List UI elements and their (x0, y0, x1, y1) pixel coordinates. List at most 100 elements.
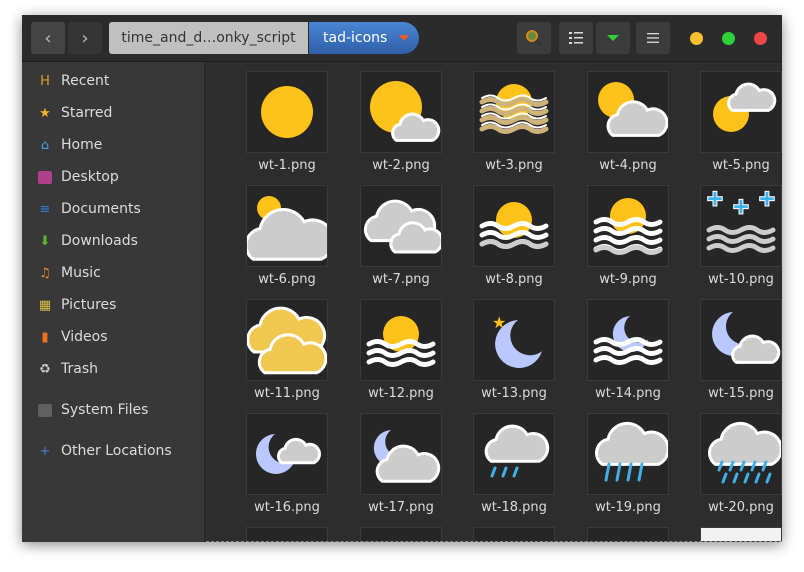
file-thumbnail[interactable]: ★ (473, 299, 555, 381)
file-name[interactable]: wt-14.png (573, 386, 683, 401)
file-thumbnail[interactable] (700, 299, 782, 381)
list-view-icon (569, 32, 583, 44)
sidebar-item-desktop[interactable]: Desktop (22, 163, 205, 191)
sidebar-item-videos[interactable]: ▮ Videos (22, 323, 205, 351)
file-name[interactable]: wt-13.png (459, 386, 569, 401)
file-thumbnail[interactable] (246, 71, 328, 153)
minimize-button[interactable] (690, 32, 703, 45)
cloud-light-rain-icon (484, 424, 550, 478)
file-name[interactable]: wt-8.png (459, 272, 569, 287)
file-name[interactable]: wt-7.png (346, 272, 456, 287)
file-thumbnail[interactable] (244, 185, 335, 267)
file-thumbnail[interactable]: ✚ ✚ ✚ (700, 185, 782, 267)
sidebar-item-downloads[interactable]: ⬇ Downloads (22, 227, 205, 255)
file-name[interactable]: wt-12.png (346, 386, 456, 401)
breadcrumb-current-label: tad-icons (323, 30, 388, 46)
sun-fog-dense-icon (593, 198, 663, 255)
file-thumbnail[interactable] (700, 413, 783, 495)
file-thumbnail[interactable] (360, 299, 442, 381)
file-thumbnail[interactable] (360, 185, 444, 267)
sidebar-item-label: Videos (61, 329, 108, 345)
file-thumbnail[interactable] (360, 71, 442, 153)
breadcrumb-parent[interactable]: time_and_d…onky_script (109, 22, 308, 54)
file-thumbnail[interactable] (587, 299, 669, 381)
documents-icon: ≡ (39, 201, 51, 217)
sidebar-item-label: Pictures (61, 297, 117, 313)
view-options-button[interactable] (596, 22, 630, 54)
file-thumbnail[interactable] (246, 413, 328, 495)
file-name[interactable]: wt-3.png (459, 158, 569, 173)
dropdown-icon (607, 35, 619, 41)
file-thumbnail[interactable] (473, 71, 555, 153)
folder-icon (38, 403, 52, 417)
sidebar-item-label: Starred (61, 105, 113, 121)
sidebar-item-pictures[interactable]: ▦ Pictures (22, 291, 205, 319)
file-thumbnail[interactable] (700, 71, 782, 153)
sidebar-item-music[interactable]: ♫ Music (22, 259, 205, 287)
plus-icon: + (39, 443, 51, 459)
sidebar-item-label: Other Locations (61, 443, 172, 459)
file-thumbnail[interactable] (473, 185, 555, 267)
file-thumbnail-partial[interactable] (473, 527, 555, 541)
file-name[interactable]: wt-9.png (573, 272, 683, 287)
file-name[interactable]: wt-16.png (232, 500, 342, 515)
moon-fog-icon (593, 316, 663, 365)
file-name[interactable]: wt-11.png (232, 386, 342, 401)
sidebar-item-label: Home (61, 137, 103, 153)
sun-sand-haze-icon (479, 84, 549, 134)
list-view-button[interactable] (559, 22, 593, 54)
rubberband-edge (206, 541, 782, 542)
file-name[interactable]: wt-6.png (232, 272, 342, 287)
file-thumbnail-partial[interactable] (587, 527, 669, 541)
file-thumbnail[interactable] (587, 413, 670, 495)
sidebar-item-system-files[interactable]: System Files (22, 396, 205, 424)
star-icon: ★ (39, 105, 51, 121)
breadcrumb-current[interactable]: tad-icons (309, 22, 419, 54)
file-name[interactable]: wt-5.png (686, 158, 796, 173)
close-button[interactable] (754, 32, 767, 45)
sidebar-item-other-locations[interactable]: + Other Locations (22, 437, 205, 465)
file-thumbnail[interactable] (473, 413, 555, 495)
sidebar-item-trash[interactable]: ♻ Trash (22, 355, 205, 383)
cloud-heavy-rain-icon (708, 421, 783, 484)
file-thumbnail-partial[interactable] (360, 527, 442, 541)
file-thumbnail-partial[interactable] (246, 527, 328, 541)
downloads-icon: ⬇ (39, 233, 51, 249)
freezing-fog-icon: ✚ ✚ ✚ (706, 187, 776, 253)
menu-button[interactable] (636, 22, 670, 54)
sidebar-item-home[interactable]: ⌂ Home (22, 131, 205, 159)
sidebar-item-label: Desktop (61, 169, 119, 185)
file-name[interactable]: wt-20.png (686, 500, 796, 515)
file-thumbnail-partial[interactable] (700, 527, 782, 541)
chevron-right-icon: › (81, 27, 89, 49)
file-thumbnail[interactable] (587, 71, 669, 153)
file-name[interactable]: wt-10.png (686, 272, 796, 287)
maximize-button[interactable] (722, 32, 735, 45)
sun-icon (261, 86, 313, 138)
trash-icon: ♻ (39, 361, 51, 377)
file-thumbnail[interactable] (360, 413, 442, 495)
hamburger-icon (647, 33, 659, 43)
file-name[interactable]: wt-17.png (346, 500, 456, 515)
moon-cloud-icon (712, 312, 781, 364)
videos-icon: ▮ (41, 329, 49, 345)
file-thumbnail[interactable] (587, 185, 669, 267)
forward-button[interactable]: › (68, 22, 102, 54)
moon-small-cloud-icon (255, 434, 321, 474)
back-button[interactable]: ‹ (31, 22, 65, 54)
file-name[interactable]: wt-15.png (686, 386, 796, 401)
sidebar-item-recent[interactable]: H Recent (22, 67, 205, 95)
search-button[interactable] (517, 22, 551, 54)
file-name[interactable]: wt-1.png (232, 158, 342, 173)
sun-fog-icon (479, 202, 549, 249)
file-thumbnail[interactable] (246, 299, 328, 381)
svg-text:✚: ✚ (759, 187, 776, 211)
file-name[interactable]: wt-18.png (459, 500, 569, 515)
sidebar-item-starred[interactable]: ★ Starred (22, 99, 205, 127)
mostly-cloudy-icon (244, 196, 335, 261)
file-name[interactable]: wt-4.png (573, 158, 683, 173)
dust-clouds-icon (246, 306, 328, 375)
file-name[interactable]: wt-19.png (573, 500, 683, 515)
file-name[interactable]: wt-2.png (346, 158, 456, 173)
sidebar-item-documents[interactable]: ≡ Documents (22, 195, 205, 223)
